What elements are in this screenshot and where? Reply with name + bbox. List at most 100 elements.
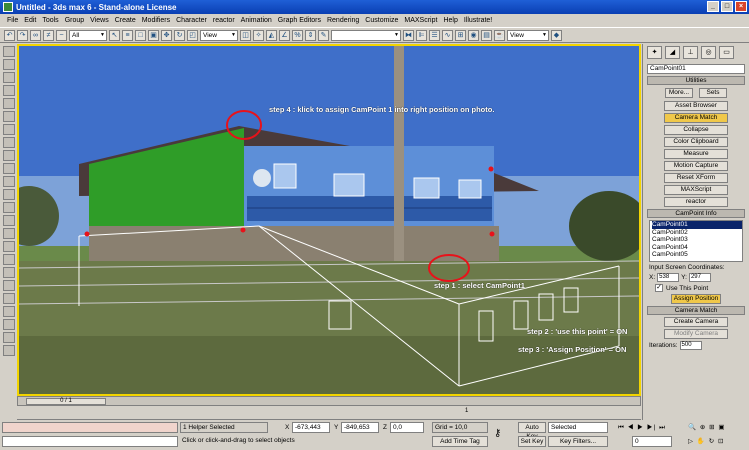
utilities-rollout-title[interactable]: Utilities bbox=[647, 76, 745, 85]
x-transform-field[interactable]: -673,443 bbox=[292, 422, 330, 433]
create-camera-button[interactable]: Create Camera bbox=[664, 317, 728, 327]
more-button[interactable]: More... bbox=[665, 88, 693, 98]
tool-icon[interactable] bbox=[2, 176, 15, 187]
y-transform-field[interactable]: -849,653 bbox=[341, 422, 379, 433]
tool-icon[interactable] bbox=[2, 111, 15, 122]
select-by-name-icon[interactable]: ≡ bbox=[122, 29, 133, 41]
menu-group[interactable]: Group bbox=[62, 17, 87, 24]
tool-icon[interactable] bbox=[2, 345, 15, 356]
tool-icon[interactable] bbox=[2, 59, 15, 70]
motion-capture-button[interactable]: Motion Capture bbox=[664, 161, 728, 171]
render-last-icon[interactable]: ◆ bbox=[551, 29, 562, 41]
tool-icon[interactable] bbox=[2, 280, 15, 291]
menu-illustrate[interactable]: Illustrate! bbox=[461, 17, 495, 24]
display-tab-icon[interactable]: ▭ bbox=[719, 46, 734, 59]
menu-views[interactable]: Views bbox=[87, 17, 112, 24]
add-time-tag-button[interactable]: Add Time Tag bbox=[432, 436, 488, 447]
tool-icon[interactable] bbox=[2, 254, 15, 265]
y-coord-field[interactable]: 297 bbox=[688, 273, 711, 282]
window-crossing-icon[interactable]: ▣ bbox=[148, 29, 159, 41]
pivot-icon[interactable]: ◫ bbox=[240, 29, 251, 41]
reactor-button[interactable]: reactor bbox=[664, 197, 728, 207]
tool-icon[interactable] bbox=[2, 85, 15, 96]
layer-manager-icon[interactable]: ☰ bbox=[429, 29, 440, 41]
viewport-nav-icon[interactable]: 🔍 ⊕ ⊞ ▣ bbox=[688, 422, 726, 433]
menu-character[interactable]: Character bbox=[173, 17, 210, 24]
object-name-field[interactable]: CamPoint01 bbox=[647, 64, 745, 74]
tool-icon[interactable] bbox=[2, 228, 15, 239]
reference-coordinate-dropdown[interactable]: View bbox=[200, 29, 238, 41]
tool-icon[interactable] bbox=[2, 189, 15, 200]
motion-tab-icon[interactable]: ◎ bbox=[701, 46, 716, 59]
menu-animation[interactable]: Animation bbox=[238, 17, 275, 24]
color-clipboard-button[interactable]: Color Clipboard bbox=[664, 137, 728, 147]
select-object-icon[interactable]: ↖ bbox=[109, 29, 120, 41]
menu-create[interactable]: Create bbox=[112, 17, 139, 24]
menu-help[interactable]: Help bbox=[440, 17, 460, 24]
menu-tools[interactable]: Tools bbox=[39, 17, 61, 24]
measure-button[interactable]: Measure bbox=[664, 149, 728, 159]
menu-customize[interactable]: Customize bbox=[362, 17, 401, 24]
list-item[interactable]: CamPoint04 bbox=[652, 244, 742, 252]
sets-button[interactable]: Sets bbox=[699, 88, 727, 98]
rotate-icon[interactable]: ↻ bbox=[174, 29, 185, 41]
unlink-icon[interactable]: ≠ bbox=[43, 29, 54, 41]
tool-icon[interactable] bbox=[2, 124, 15, 135]
z-transform-field[interactable]: 0,0 bbox=[390, 422, 424, 433]
set-key-button[interactable]: Set Key bbox=[518, 436, 546, 447]
tool-icon[interactable] bbox=[2, 98, 15, 109]
link-icon[interactable]: ∞ bbox=[30, 29, 41, 41]
tool-icon[interactable] bbox=[2, 150, 15, 161]
menu-rendering[interactable]: Rendering bbox=[324, 17, 362, 24]
named-selection-dropdown[interactable] bbox=[331, 29, 401, 41]
assign-position-button[interactable]: Assign Position bbox=[671, 294, 721, 304]
modify-tab-icon[interactable]: ◢ bbox=[665, 46, 680, 59]
maxscript-button[interactable]: MAXScript bbox=[664, 185, 728, 195]
key-filters-button[interactable]: Key Filters... bbox=[548, 436, 608, 447]
menu-file[interactable]: File bbox=[4, 17, 21, 24]
maxscript-listener[interactable] bbox=[2, 422, 178, 433]
tool-icon[interactable] bbox=[2, 215, 15, 226]
track-bar[interactable]: 1 bbox=[17, 406, 641, 420]
time-slider[interactable]: 0 / 1 bbox=[26, 398, 106, 405]
iterations-field[interactable]: 500 bbox=[679, 341, 702, 350]
percent-snap-icon[interactable]: % bbox=[292, 29, 303, 41]
modify-camera-button[interactable]: Modify Camera bbox=[664, 329, 728, 339]
spinner-snap-icon[interactable]: ⇕ bbox=[305, 29, 316, 41]
auto-key-button[interactable]: Auto Key bbox=[518, 422, 546, 440]
material-editor-icon[interactable]: ◉ bbox=[468, 29, 479, 41]
playback-controls-icon[interactable]: ⏮ ◀ ▶ ▶| ⏭ bbox=[618, 422, 666, 433]
undo-icon[interactable]: ↶ bbox=[4, 29, 15, 41]
align-icon[interactable]: ⊫ bbox=[416, 29, 427, 41]
angle-snap-icon[interactable]: ∠ bbox=[279, 29, 290, 41]
camera-match-button[interactable]: Camera Match bbox=[664, 113, 728, 123]
tool-icon[interactable] bbox=[2, 46, 15, 57]
close-button[interactable]: × bbox=[735, 1, 747, 12]
x-coord-field[interactable]: 538 bbox=[657, 273, 680, 282]
selection-region-icon[interactable]: □ bbox=[135, 29, 146, 41]
mirror-icon[interactable]: ⧓ bbox=[403, 29, 414, 41]
menu-edit[interactable]: Edit bbox=[21, 17, 39, 24]
bind-spacewarp-icon[interactable]: ~ bbox=[56, 29, 67, 41]
key-mode-dropdown[interactable]: Selected bbox=[548, 422, 608, 433]
use-this-point-checkbox[interactable]: ✓ bbox=[655, 284, 663, 292]
minimize-button[interactable]: _ bbox=[707, 1, 719, 12]
scale-icon[interactable]: ◰ bbox=[187, 29, 198, 41]
create-tab-icon[interactable]: ✦ bbox=[647, 46, 662, 59]
curve-editor-icon[interactable]: ∿ bbox=[442, 29, 453, 41]
quick-render-icon[interactable]: ☕ bbox=[494, 29, 505, 41]
snap-icon[interactable]: ◭ bbox=[266, 29, 277, 41]
tool-icon[interactable] bbox=[2, 72, 15, 83]
tool-icon[interactable] bbox=[2, 332, 15, 343]
tool-icon[interactable] bbox=[2, 267, 15, 278]
tool-icon[interactable] bbox=[2, 319, 15, 330]
hierarchy-tab-icon[interactable]: ⊥ bbox=[683, 46, 698, 59]
list-item[interactable]: CamPoint03 bbox=[652, 236, 742, 244]
collapse-button[interactable]: Collapse bbox=[664, 125, 728, 135]
asset-browser-button[interactable]: Asset Browser bbox=[664, 101, 728, 111]
tool-icon[interactable] bbox=[2, 163, 15, 174]
selection-filter-dropdown[interactable]: All bbox=[69, 29, 107, 41]
reset-xform-button[interactable]: Reset XForm bbox=[664, 173, 728, 183]
tool-icon[interactable] bbox=[2, 306, 15, 317]
edit-named-selection-icon[interactable]: ✎ bbox=[318, 29, 329, 41]
